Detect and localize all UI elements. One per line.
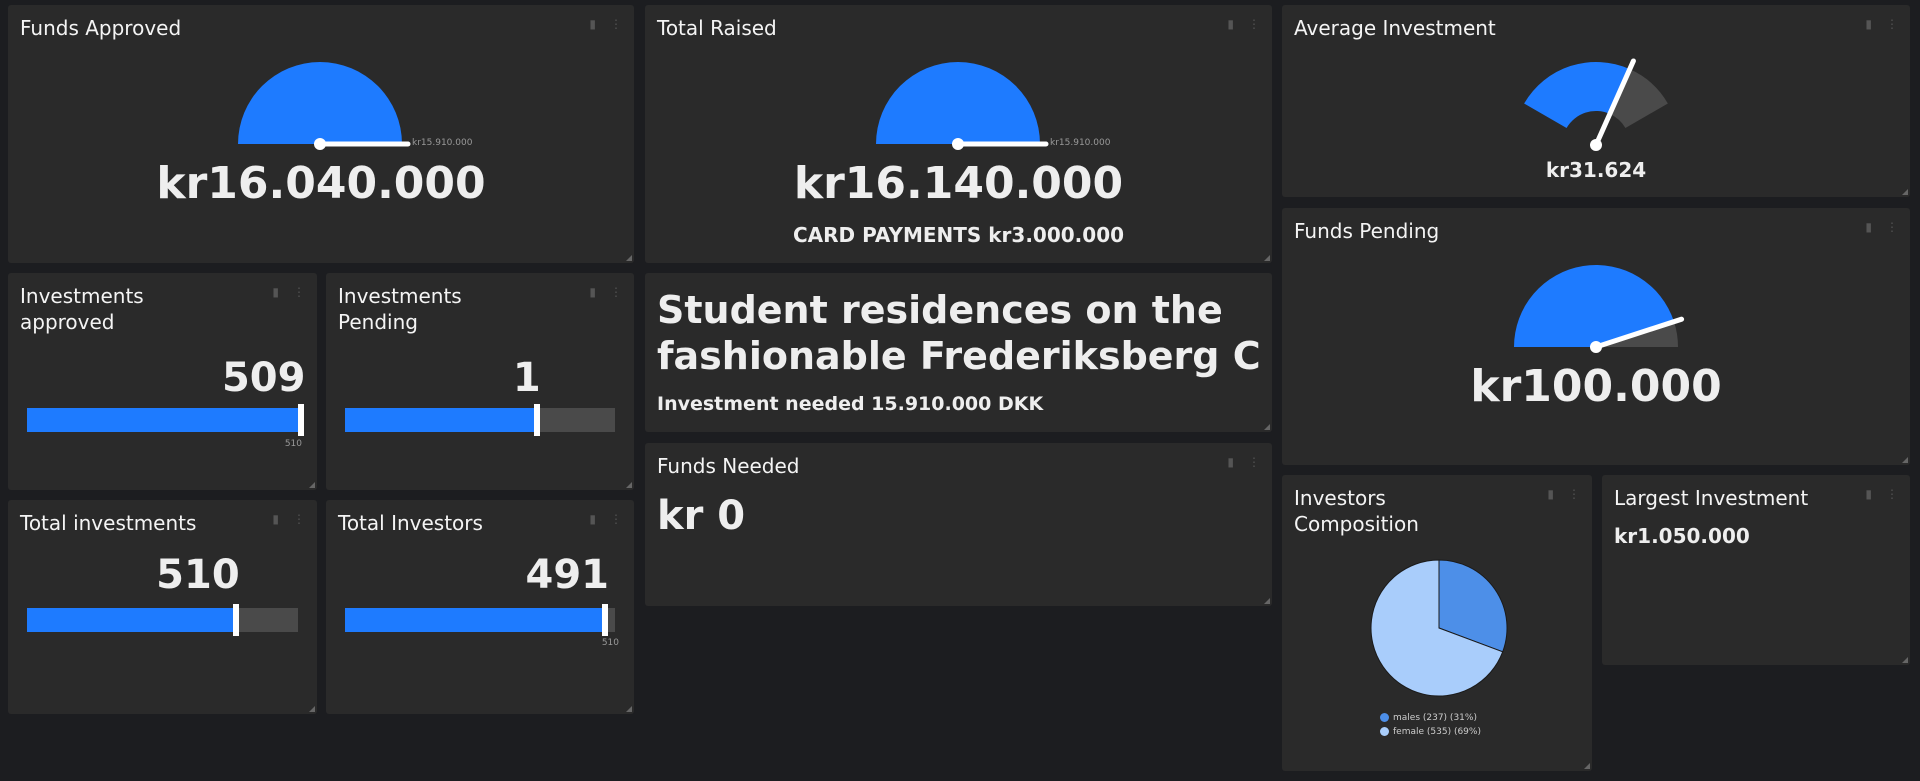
resize-handle-icon[interactable] [1584, 763, 1590, 769]
investments-pending-panel: Investments Pending ▮ ⋮ 1 [326, 273, 634, 490]
legend-item-males[interactable]: males (237) (31%) [1380, 711, 1481, 725]
legend-swatch [1380, 713, 1389, 722]
more-vertical-icon[interactable]: ⋮ [1886, 487, 1898, 501]
total-investors-panel: Total Investors ▮ ⋮ 491 510 [326, 500, 634, 714]
project-description-panel: Student residences on the fashionable Fr… [645, 273, 1272, 432]
card-payments-label: CARD PAYMENTS kr3.000.000 [792, 223, 1125, 247]
progress-bar [27, 604, 298, 636]
comment-icon[interactable]: ▮ [1865, 487, 1872, 501]
progress-bar [345, 604, 615, 636]
panel-title: Total Investors [338, 511, 483, 535]
funds-pending-panel: Funds Pending ▮ ⋮ kr100.000 [1282, 208, 1910, 465]
gauge-max-label: kr15.910.000 [412, 138, 473, 148]
resize-handle-icon[interactable] [1902, 457, 1908, 463]
more-vertical-icon[interactable]: ⋮ [610, 285, 622, 299]
more-vertical-icon[interactable]: ⋮ [293, 285, 305, 299]
investments-approved-panel: Investments approved ▮ ⋮ 509 510 [8, 273, 317, 490]
progress-fill [27, 408, 302, 432]
resize-handle-icon[interactable] [1264, 598, 1270, 604]
gauge [238, 62, 411, 150]
gauge-fill [1524, 61, 1630, 129]
more-vertical-icon[interactable]: ⋮ [610, 512, 622, 526]
panel-title: Total investments [20, 511, 197, 535]
gauge-value: kr16.040.000 [156, 158, 486, 209]
largest-investment-value: kr1.050.000 [1614, 524, 1750, 548]
largest-investment-panel: Largest Investment ▮ ⋮ kr1.050.000 [1602, 475, 1910, 665]
comment-icon[interactable]: ▮ [589, 285, 596, 299]
investors-composition-panel: Investors Composition ▮ ⋮ males (237) (31… [1282, 475, 1592, 771]
progress-fill [27, 608, 236, 632]
metric-value: 510 [156, 552, 240, 598]
average-investment-panel: Average Investment ▮ ⋮ kr31.624 [1282, 5, 1910, 197]
resize-handle-icon[interactable] [309, 706, 315, 712]
project-title-line-1: Student residences on the [657, 288, 1223, 332]
total-raised-panel: Total Raised ▮ ⋮ kr15.910.000 kr16.140.00… [645, 5, 1272, 263]
gauge-needle-hub [1590, 139, 1602, 151]
progress-bar [27, 404, 305, 436]
more-vertical-icon[interactable]: ⋮ [293, 512, 305, 526]
resize-handle-icon[interactable] [1264, 255, 1270, 261]
gauge-value: kr16.140.000 [793, 158, 1124, 209]
progress-fill [345, 608, 605, 632]
comment-icon[interactable]: ▮ [1227, 455, 1234, 469]
gauge-max-label: kr15.910.000 [1050, 138, 1111, 148]
metric-value: 509 [221, 355, 306, 401]
comment-icon[interactable]: ▮ [272, 512, 279, 526]
gauge-needle-hub [314, 138, 326, 150]
metric-value: 1 [512, 355, 541, 401]
resize-handle-icon[interactable] [626, 706, 632, 712]
legend-label: males (237) (31%) [1393, 713, 1477, 723]
progress-marker [232, 604, 239, 636]
progress-fill [345, 408, 537, 432]
project-subtitle: Investment needed 15.910.000 DKK [657, 393, 1044, 415]
gauge-value: kr100.000 [1470, 361, 1722, 412]
progress-bar [345, 404, 615, 436]
gauge-fill [876, 62, 1040, 144]
funds-needed-value: kr 0 [657, 493, 746, 539]
progress-marker [533, 404, 540, 436]
legend-swatch [1380, 727, 1389, 736]
funds-approved-panel: Funds Approved ▮ ⋮ kr15.910.000 kr16.040.… [8, 5, 634, 263]
resize-handle-icon[interactable] [309, 482, 315, 488]
legend-label: female (535) (69%) [1393, 727, 1481, 737]
panel-title: Investments Pending [338, 284, 462, 334]
max-label: 510 [284, 439, 302, 449]
gauge [1514, 265, 1685, 353]
progress-marker [298, 404, 305, 436]
gauge-fill [238, 62, 402, 144]
legend-item-female[interactable]: female (535) (69%) [1380, 725, 1481, 739]
max-label: 510 [601, 638, 619, 648]
panel-title: Largest Investment [1614, 486, 1809, 510]
metric-value: 491 [525, 552, 610, 598]
progress-marker [602, 604, 608, 636]
panel-title: Investments approved [20, 284, 144, 334]
resize-handle-icon[interactable] [1902, 657, 1908, 663]
resize-handle-icon[interactable] [626, 255, 632, 261]
more-vertical-icon[interactable]: ⋮ [1248, 455, 1260, 469]
funds-needed-panel: Funds Needed ▮ ⋮ kr 0 [645, 443, 1272, 606]
gauge-needle-hub [1590, 341, 1602, 353]
comment-icon[interactable]: ▮ [272, 285, 279, 299]
total-investments-panel: Total investments ▮ ⋮ 510 [8, 500, 317, 714]
gauge-value: kr31.624 [1545, 158, 1647, 182]
resize-handle-icon[interactable] [1902, 189, 1908, 195]
panel-title: Funds Needed [657, 454, 800, 478]
resize-handle-icon[interactable] [626, 482, 632, 488]
gauge-needle-hub [952, 138, 964, 150]
comment-icon[interactable]: ▮ [589, 512, 596, 526]
project-title-line-2: fashionable Frederiksberg C [657, 334, 1261, 378]
resize-handle-icon[interactable] [1264, 424, 1270, 430]
